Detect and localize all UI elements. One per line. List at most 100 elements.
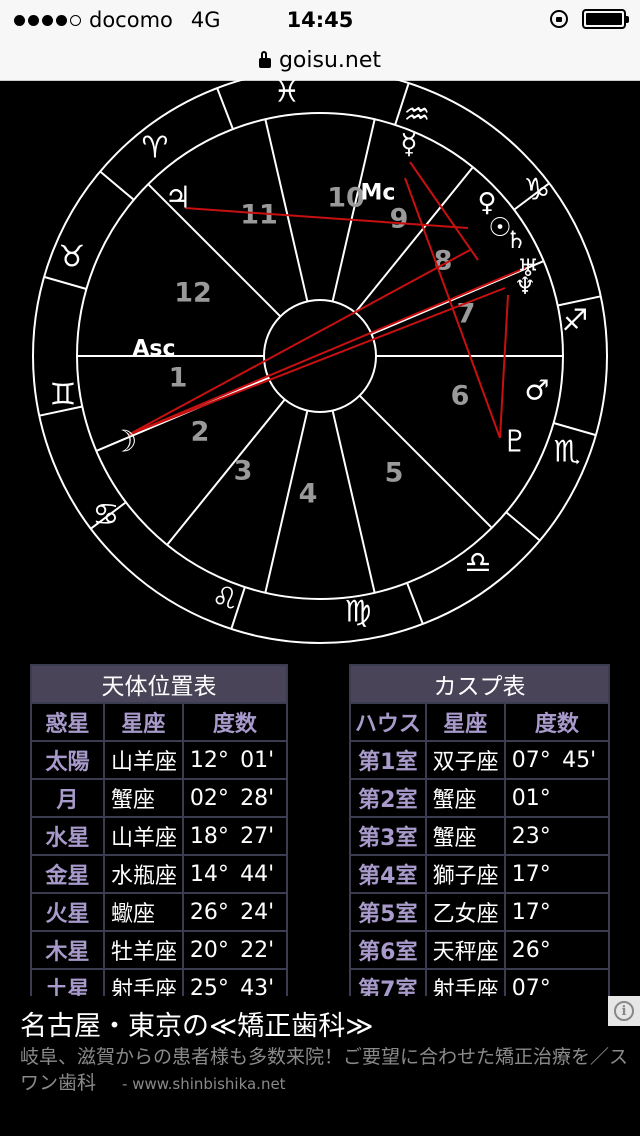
planet-table-cell: 射手座 [102,968,184,996]
zodiac-sign-icon: ♎ [465,546,492,581]
house-number: 1 [169,363,188,394]
planet-table-row: 金星 水瓶座 14° 44' [30,854,288,894]
planet-table-cell: 金星 [30,854,105,894]
planet-table-column-header: 星座 [102,702,184,742]
tables-area: 天体位置表 惑星 星座 度数 太陽 山羊座 12° 01' 月蟹座 02° 28' 水星 山羊座 18° 2… [0,664,640,996]
cusp-table-column-header: 星座 [424,702,506,742]
pluto-icon: ♇ [502,425,529,460]
planet-table-cell: 14° [181,854,239,894]
planet-table-cell: 火星 [30,892,105,932]
zodiac-sign-icon: ♏ [554,435,581,470]
planet-table-cell: 27' [238,816,288,856]
planet-table-column-header: 惑星 [30,702,105,742]
moon-icon: ☽ [111,425,138,460]
cusp-table-row: 第1室 双子座 07° 45' [349,740,610,780]
ad-url: - www.shinbishika.net [122,1075,286,1093]
house-number: 4 [299,479,318,510]
cusp-table-cell: 第5室 [349,892,427,932]
wheel-ring [32,68,608,644]
sign-divider [216,87,234,130]
cusp-table-cell: 07° [503,968,561,996]
cusp-table-cell [560,816,610,856]
zodiac-sign-icon: ♈ [142,131,169,166]
sign-divider [553,422,597,437]
planet-table-column-header: 度数 [181,702,289,742]
url-text: goisu.net [278,47,382,73]
cusp-table-cell: 乙女座 [424,892,506,932]
cusp-table-caption: カスプ表 [349,664,610,704]
zodiac-sign-icon: ♌ [212,582,239,617]
cusp-table-cell [560,892,610,932]
cusp-table-cell: 天秤座 [424,930,506,970]
saturn-icon: ♄ [505,226,527,254]
planet-table-cell: 43' [238,968,288,996]
cusp-table-row: 第2室 蟹座 01° [349,778,610,818]
cusp-table-cell: 双子座 [424,740,506,780]
planet-table-cell: 水星 [30,816,105,856]
house-cusp-line [331,410,376,593]
cusp-table-column-header: ハウス [349,702,427,742]
cusp-table-cell: 01° [503,778,561,818]
planet-table-cell: 02° [181,778,239,818]
ad-banner[interactable]: 名古屋・東京の≪矯正歯科≫ i 岐阜、滋賀からの患者様も多数来院！ご要望に合わせ… [0,996,640,1136]
cusp-table-row: 第6室 天秤座 26° [349,930,610,970]
zodiac-sign-icon: ♐ [562,304,589,339]
planet-table-cell: 山羊座 [102,816,184,856]
cusp-table-cell: 45' [560,740,610,780]
cusp-table-row: 第3室 蟹座 23° [349,816,610,856]
planet-table-cell: 25° [181,968,239,996]
wheel-ring [263,299,377,413]
planet-table-cell: 26° [181,892,239,932]
house-number: 9 [390,204,409,235]
house-cusp-line [166,398,286,546]
zodiac-sign-icon: ♓ [274,80,301,110]
ad-description-text: 岐阜、滋賀からの患者様も多数来院！ご要望に合わせた矯正治療を／スワン歯科 [20,1046,629,1094]
rotation-lock-icon [550,10,568,28]
info-icon: i [614,1001,634,1021]
planet-table-cell: 山羊座 [102,740,184,780]
sign-divider [505,511,541,542]
planet-table-cell: 22' [238,930,288,970]
planet-table-cell: 01' [238,740,288,780]
cusp-table-cell: 第1室 [349,740,427,780]
cusp-table-cell: 17° [503,892,561,932]
cusp-table-cell [560,968,610,996]
zodiac-sign-icon: ♊ [50,378,77,413]
ad-title[interactable]: 名古屋・東京の≪矯正歯科≫ [20,1004,374,1043]
cusp-table-row: 第5室 乙女座 17° [349,892,610,932]
cusp-table: カスプ表 ハウス 星座 度数 第1室 双子座 07° 45' 第2室 蟹座 01° 第3室 蟹座 23° 第… [349,664,611,996]
midheaven-label: Mc [361,181,396,206]
cusp-table-row: 第4室 獅子座 17° [349,854,610,894]
planet-table-cell: 月 [30,778,105,818]
ad-info-button[interactable]: i [608,996,640,1026]
address-bar[interactable]: goisu.net [0,40,640,81]
planet-table-cell: 24' [238,892,288,932]
cusp-table-row: 第7室 射手座 07° [349,968,610,996]
planet-position-table: 天体位置表 惑星 星座 度数 太陽 山羊座 12° 01' 月蟹座 02° 28' 水星 山羊座 18° 2… [30,664,289,996]
sign-divider [406,582,424,625]
planet-table-cell: 太陽 [30,740,105,780]
cusp-table-cell: 第6室 [349,930,427,970]
ad-description[interactable]: 岐阜、滋賀からの患者様も多数来院！ご要望に合わせた矯正治療を／スワン歯科 - ww… [20,1044,630,1097]
cusp-table-cell: 第4室 [349,854,427,894]
cusp-table-cell: 第7室 [349,968,427,996]
house-number: 3 [234,456,253,487]
horoscope-wheel: ♈♉♊♋♌ ♍♎♏♐♑♒♓ 123456789101112 ☽♃☿♀☉♄♅♆♇♂ … [32,68,608,644]
cusp-table-cell [560,778,610,818]
horoscope-chart: ♈ ♉ ♊ ♋ ♌ ♍ ♎ ♏ ♐ ♑ ♒ ♓ 1 2 3 4 5 6 7 8 9 10 11 12 ☽ ♃ ☿ ♀ ☉ ♄ ♅ ♆ ♇ ♂ … [0,68,640,660]
house-number: 12 [174,278,212,309]
planet-table-cell: 土星 [30,968,105,996]
planet-table-cell: 蠍座 [102,892,184,932]
planet-table-row: 木星 牡羊座 20° 22' [30,930,288,970]
cusp-table-cell [560,930,610,970]
planet-table-row: 火星 蠍座 26° 24' [30,892,288,932]
planet-table-cell: 28' [238,778,288,818]
zodiac-sign-icon: ♉ [59,240,86,275]
battery-icon [582,9,629,29]
planet-table-cell: 牡羊座 [102,930,184,970]
planet-table-row: 土星 射手座 25° 43' [30,968,288,996]
planet-table-cell: 20° [181,930,239,970]
zodiac-sign-icon: ♑ [524,173,551,208]
planet-table-row: 水星 山羊座 18° 27' [30,816,288,856]
clock: 14:45 [286,8,354,32]
